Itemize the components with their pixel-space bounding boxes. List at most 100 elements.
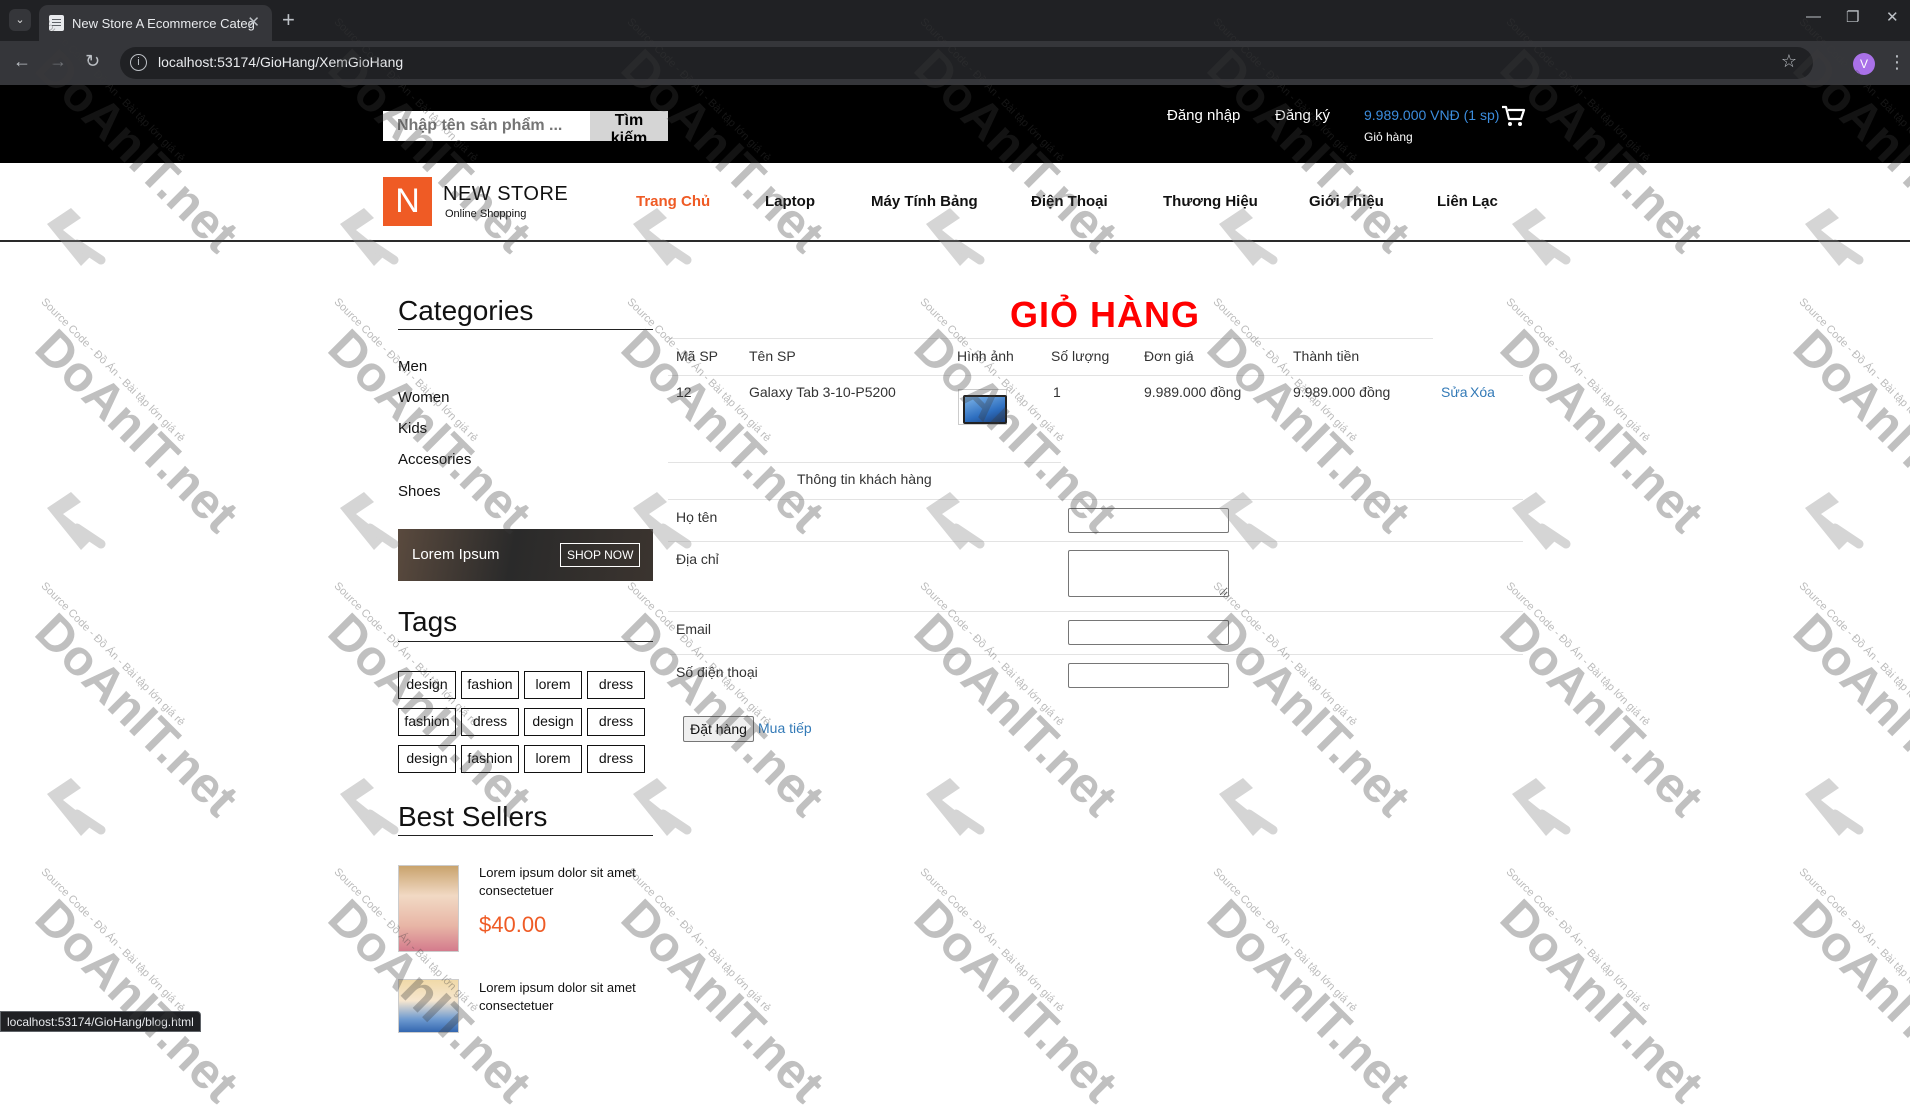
watermark-logo-icon bbox=[1805, 492, 1864, 550]
nav-about[interactable]: Giới Thiệu bbox=[1309, 193, 1384, 210]
address-url[interactable]: localhost:53174/GioHang/XemGioHang bbox=[158, 54, 403, 70]
watermark-tagline: Source Code - Đồ Án - Bài tập lớn giá rẻ bbox=[917, 866, 1066, 1015]
best-seller-image[interactable] bbox=[398, 865, 459, 952]
product-search-input[interactable] bbox=[383, 111, 591, 141]
nav-contact[interactable]: Liên Lạc bbox=[1437, 193, 1498, 210]
watermark-logo-icon bbox=[340, 492, 399, 550]
search-button[interactable]: Tìm kiếm bbox=[590, 111, 668, 147]
site-top-bar: Tìm kiếm Đăng nhập Đăng ký 9.989.000 VNĐ… bbox=[0, 85, 1910, 163]
cell-quantity: 1 bbox=[1053, 384, 1061, 400]
watermark-brand: DoAnIT.net bbox=[1782, 888, 1910, 1113]
category-shoes[interactable]: Shoes bbox=[398, 483, 441, 500]
status-bar-url: localhost:53174/GioHang/blog.html bbox=[0, 1011, 201, 1032]
tag-item[interactable]: design bbox=[398, 671, 456, 699]
promo-banner[interactable]: Lorem Ipsum SHOP NOW bbox=[398, 529, 653, 581]
watermark-logo-icon bbox=[1219, 778, 1278, 836]
phone-input[interactable] bbox=[1068, 663, 1229, 688]
watermark-brand: DoAnIT.net bbox=[317, 318, 542, 543]
tag-item[interactable]: dress bbox=[587, 745, 645, 773]
address-label: Địa chỉ bbox=[676, 551, 719, 567]
watermark-logo-icon bbox=[340, 778, 399, 836]
minimize-icon[interactable]: — bbox=[1806, 8, 1821, 25]
site-info-icon[interactable]: i bbox=[130, 54, 147, 71]
tag-item[interactable]: lorem bbox=[524, 745, 582, 773]
edit-link[interactable]: Sửa bbox=[1441, 384, 1468, 400]
watermark-brand: DoAnIT.net bbox=[24, 602, 249, 827]
watermark-brand: DoAnIT.net bbox=[1489, 318, 1714, 543]
form-row-rule bbox=[668, 611, 1523, 612]
table-top-rule bbox=[668, 338, 1433, 339]
tag-item[interactable]: design bbox=[524, 708, 582, 736]
form-row-rule bbox=[668, 654, 1523, 655]
cart-total-link[interactable]: 9.989.000 VNĐ (1 sp) bbox=[1364, 107, 1499, 123]
product-thumbnail bbox=[958, 389, 1007, 425]
best-seller-image[interactable] bbox=[398, 979, 459, 1033]
category-kids[interactable]: Kids bbox=[398, 420, 427, 437]
address-textarea[interactable] bbox=[1068, 550, 1229, 597]
nav-tablet[interactable]: Máy Tính Bảng bbox=[871, 193, 978, 210]
tab-search-dropdown-icon[interactable]: ⌄ bbox=[9, 9, 31, 31]
back-icon[interactable]: ← bbox=[13, 51, 31, 72]
watermark-logo-icon bbox=[47, 778, 106, 836]
browser-tabbar: ⌄ New Store A Ecommerce Categ ✕ + — ❐ ✕ bbox=[0, 0, 1910, 41]
tag-item[interactable]: dress bbox=[587, 708, 645, 736]
watermark: DoAnIT.netSource Code - Đồ Án - Bài tập … bbox=[611, 484, 883, 827]
watermark: DoAnIT.netSource Code - Đồ Án - Bài tập … bbox=[25, 484, 297, 827]
new-tab-icon[interactable]: + bbox=[282, 7, 295, 33]
col-header-id: Mã SP bbox=[676, 348, 719, 364]
best-seller-title-line: Lorem ipsum dolor sit amet bbox=[479, 980, 636, 995]
watermark-tagline: Source Code - Đồ Án - Bài tập lớn giá rẻ bbox=[1503, 296, 1652, 445]
nav-laptop[interactable]: Laptop bbox=[765, 193, 815, 210]
category-accesories[interactable]: Accesories bbox=[398, 451, 471, 468]
watermark-tagline: Source Code - Đồ Án - Bài tập lớn giá rẻ bbox=[1210, 866, 1359, 1015]
nav-brand[interactable]: Thương Hiệu bbox=[1163, 193, 1258, 210]
categories-divider bbox=[398, 329, 653, 330]
place-order-button[interactable]: Đặt hàng bbox=[683, 716, 754, 742]
email-input[interactable] bbox=[1068, 620, 1229, 645]
cart-icon[interactable] bbox=[1500, 103, 1526, 129]
continue-shopping-link[interactable]: Mua tiếp bbox=[758, 720, 812, 736]
delete-link[interactable]: Xóa bbox=[1470, 384, 1495, 400]
watermark-brand: DoAnIT.net bbox=[1782, 602, 1910, 827]
best-seller-title[interactable]: Lorem ipsum dolor sit amet consectetuer bbox=[479, 979, 659, 1015]
category-women[interactable]: Women bbox=[398, 389, 449, 406]
tag-item[interactable]: fashion bbox=[461, 671, 519, 699]
login-link[interactable]: Đăng nhập bbox=[1167, 107, 1240, 124]
tag-item[interactable]: fashion bbox=[461, 745, 519, 773]
best-seller-title-line: Lorem ipsum dolor sit amet bbox=[479, 865, 636, 880]
tag-item[interactable]: fashion bbox=[398, 708, 456, 736]
nav-phone[interactable]: Điện Thoại bbox=[1031, 193, 1108, 210]
register-link[interactable]: Đăng ký bbox=[1275, 107, 1330, 124]
watermark-tagline: Source Code - Đồ Án - Bài tập lớn giá rẻ bbox=[1796, 580, 1910, 728]
browser-menu-icon[interactable]: ⋮ bbox=[1888, 52, 1906, 73]
forward-icon[interactable]: → bbox=[49, 51, 67, 72]
bookmark-star-icon[interactable]: ☆ bbox=[1781, 51, 1797, 72]
tab-close-icon[interactable]: ✕ bbox=[247, 13, 260, 31]
tag-item[interactable]: dress bbox=[587, 671, 645, 699]
nav-home[interactable]: Trang Chủ bbox=[636, 193, 710, 210]
address-bar[interactable]: i localhost:53174/GioHang/XemGioHang ☆ bbox=[120, 47, 1813, 79]
watermark: DoAnIT.netSource Code - Đồ Án - Bài tập … bbox=[1783, 770, 1910, 1113]
watermark-logo-icon bbox=[633, 778, 692, 836]
watermark: DoAnIT.netSource Code - Đồ Án - Bài tập … bbox=[904, 770, 1176, 1113]
category-men[interactable]: Men bbox=[398, 358, 427, 375]
watermark: DoAnIT.netSource Code - Đồ Án - Bài tập … bbox=[1197, 484, 1469, 827]
fullname-input[interactable] bbox=[1068, 508, 1229, 533]
banner-text: Lorem Ipsum bbox=[412, 546, 500, 563]
browser-tab[interactable]: New Store A Ecommerce Categ ✕ bbox=[39, 5, 272, 41]
store-tagline: Online Shopping bbox=[445, 208, 527, 220]
best-seller-title[interactable]: Lorem ipsum dolor sit amet consectetuer bbox=[479, 864, 659, 900]
tag-item[interactable]: lorem bbox=[524, 671, 582, 699]
profile-avatar[interactable]: V bbox=[1853, 53, 1875, 75]
tag-item[interactable]: design bbox=[398, 745, 456, 773]
restore-icon[interactable]: ❐ bbox=[1846, 8, 1859, 26]
shop-now-button[interactable]: SHOP NOW bbox=[560, 543, 641, 567]
reload-icon[interactable]: ↻ bbox=[85, 51, 100, 72]
close-window-icon[interactable]: ✕ bbox=[1886, 8, 1899, 26]
watermark-brand: DoAnIT.net bbox=[1489, 888, 1714, 1113]
store-name[interactable]: NEW STORE bbox=[443, 183, 568, 206]
store-logo-icon[interactable]: N bbox=[383, 177, 432, 226]
watermark-brand: DoAnIT.net bbox=[1782, 318, 1910, 543]
tag-item[interactable]: dress bbox=[461, 708, 519, 736]
watermark-tagline: Source Code - Đồ Án - Bài tập lớn giá rẻ bbox=[38, 296, 187, 445]
